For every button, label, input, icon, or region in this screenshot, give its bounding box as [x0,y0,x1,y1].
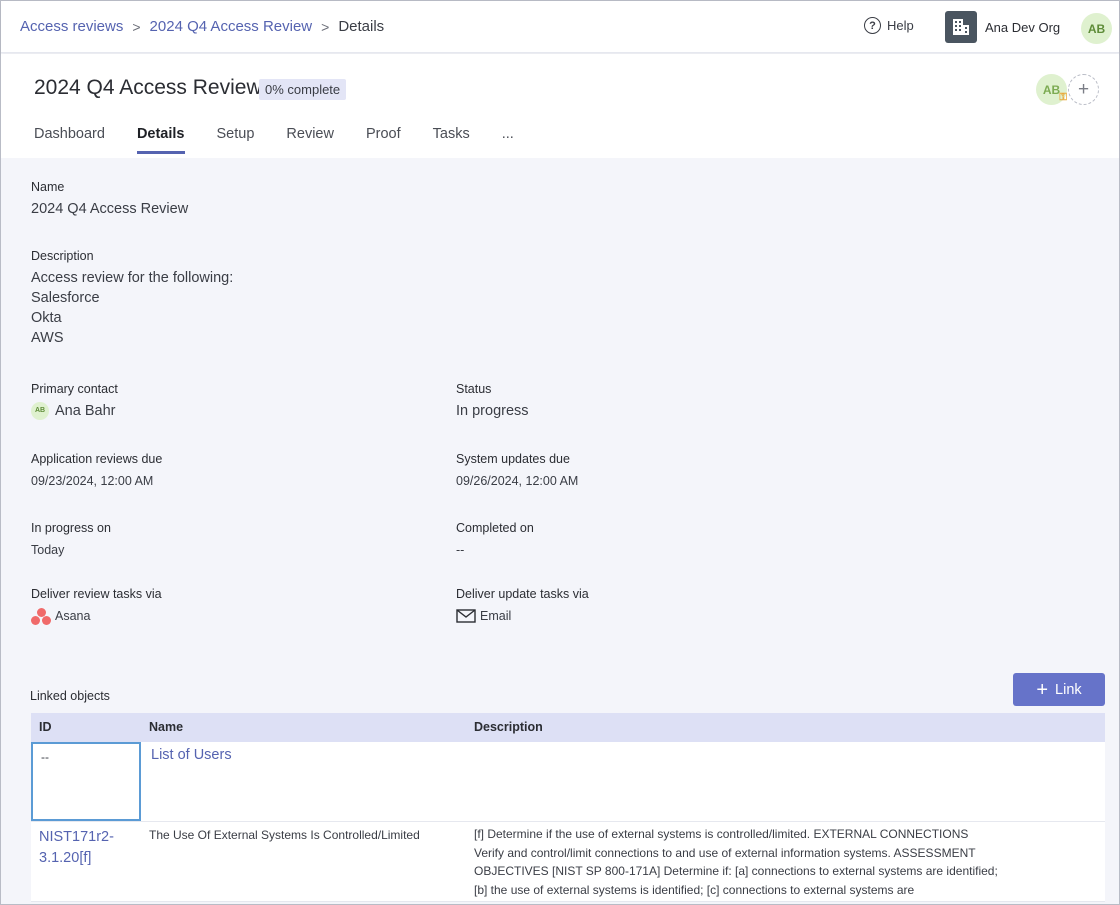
mail-icon [456,609,476,623]
completed-on-field: Completed on -- [456,521,534,560]
name-label: Name [31,180,65,194]
completed-on-value[interactable]: -- [456,540,534,560]
system-updates-due-field: System updates due 09/26/2024, 12:00 AM [456,452,578,491]
system-updates-due-label: System updates due [456,452,570,466]
owner-avatar[interactable]: AB ⚿ [1036,74,1067,105]
deliver-review-text: Asana [55,609,91,623]
tab-dashboard[interactable]: Dashboard [34,126,105,151]
deliver-review-value[interactable]: Asana [31,606,162,626]
in-progress-on-label: In progress on [31,521,111,535]
page-title: 2024 Q4 Access Review [34,76,262,99]
org-name: Ana Dev Org [985,19,1061,35]
column-header-id[interactable]: ID [31,713,141,742]
cell-id[interactable]: -- [31,742,141,821]
linked-objects-table: ID Name Description -- List of Users NIS… [31,713,1105,902]
name-value: 2024 Q4 Access Review [31,201,189,217]
cell-name-link[interactable]: List of Users [141,742,466,821]
description-line: Salesforce [31,290,100,306]
system-updates-due-value[interactable]: 09/26/2024, 12:00 AM [456,471,578,491]
contact-name: Ana Bahr [55,403,116,419]
progress-badge: 0% complete [259,79,347,100]
cell-description [466,742,1105,821]
breadcrumb: Access reviews > 2024 Q4 Access Review >… [20,18,384,35]
breadcrumb-separator: > [321,18,330,35]
page-header: 2024 Q4 Access Review 0% complete AB ⚿ +… [1,54,1119,158]
app-reviews-due-value[interactable]: 09/23/2024, 12:00 AM [31,471,162,491]
column-header-name[interactable]: Name [141,713,466,742]
breadcrumb-access-reviews[interactable]: Access reviews [20,18,123,35]
link-button-label: Link [1055,681,1082,698]
top-bar: Access reviews > 2024 Q4 Access Review >… [1,1,1119,53]
help-button[interactable]: ? Help [864,17,914,34]
column-header-description[interactable]: Description [466,713,1105,742]
deliver-review-label: Deliver review tasks via [31,587,162,601]
add-owner-button[interactable]: + [1068,74,1099,105]
completed-on-label: Completed on [456,521,534,535]
description-field: Description Access review for the follow… [31,249,233,348]
question-circle-icon: ? [864,17,881,34]
tab-proof[interactable]: Proof [366,126,401,151]
app-reviews-due-label: Application reviews due [31,452,163,466]
deliver-review-field: Deliver review tasks via Asana [31,587,162,626]
key-icon: ⚿ [1059,92,1067,103]
description-line: AWS [31,330,64,346]
contact-avatar: AB [31,402,49,420]
linked-objects-label: Linked objects [30,689,110,703]
tab-bar: Dashboard Details Setup Review Proof Tas… [34,126,546,154]
tab-tasks[interactable]: Tasks [433,126,470,151]
in-progress-on-field: In progress on Today [31,521,111,560]
tab-more[interactable]: ... [502,126,514,151]
deliver-update-label: Deliver update tasks via [456,587,589,601]
app-reviews-due-field: Application reviews due 09/23/2024, 12:0… [31,452,162,491]
asana-icon [31,608,52,625]
user-avatar[interactable]: AB [1081,13,1112,44]
in-progress-on-value[interactable]: Today [31,540,111,560]
link-button[interactable]: + Link [1013,673,1105,706]
deliver-update-field: Deliver update tasks via Email [456,587,589,626]
primary-contact-value[interactable]: AB Ana Bahr [31,401,118,421]
org-switcher[interactable]: Ana Dev Org [945,11,1060,43]
status-label: Status [456,382,492,396]
table-row[interactable]: -- List of Users [31,742,1105,822]
description-label: Description [31,249,94,263]
tab-review[interactable]: Review [286,126,334,151]
status-field: Status In progress [456,382,529,421]
cell-id-link[interactable]: NIST171r2-3.1.20[f] [31,822,141,901]
breadcrumb-separator: > [132,18,141,35]
cell-name: The Use Of External Systems Is Controlle… [149,828,420,842]
primary-contact-field: Primary contact AB Ana Bahr [31,382,118,421]
description-value: Access review for the following: Salesfo… [31,268,233,348]
status-value: In progress [456,403,529,419]
cell-description: [f] Determine if the use of external sys… [474,827,998,897]
breadcrumb-current: Details [338,18,385,35]
help-label: Help [887,18,914,33]
table-header: ID Name Description [31,713,1105,742]
building-icon [945,11,977,43]
tab-details[interactable]: Details [136,126,185,154]
owner-initials: AB [1042,82,1061,97]
description-line: Access review for the following: [31,270,234,286]
tab-setup[interactable]: Setup [217,126,255,151]
name-field: Name 2024 Q4 Access Review [31,180,188,219]
table-row[interactable]: NIST171r2-3.1.20[f] The Use Of External … [31,822,1105,902]
breadcrumb-review[interactable]: 2024 Q4 Access Review [150,18,313,35]
deliver-update-value[interactable]: Email [456,606,589,626]
deliver-update-text: Email [480,609,512,623]
primary-contact-label: Primary contact [31,382,118,396]
plus-icon: + [1036,678,1049,701]
description-line: Okta [31,310,62,326]
